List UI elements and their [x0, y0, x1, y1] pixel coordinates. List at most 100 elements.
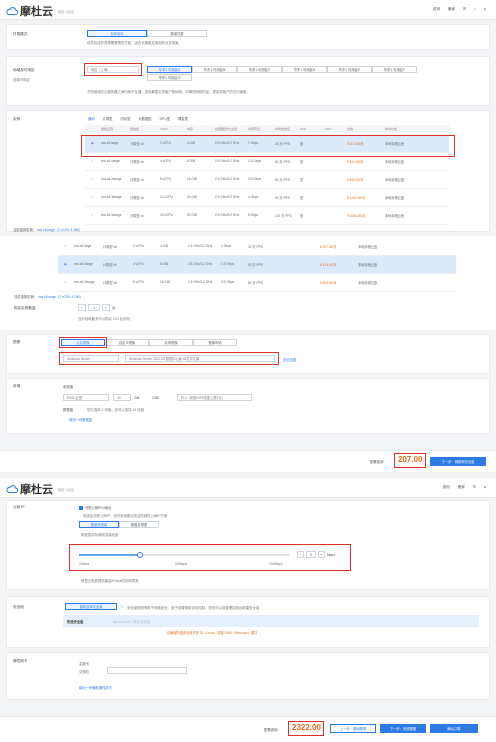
zone-b[interactable]: 华东1 可用区B	[192, 66, 237, 73]
cell-name: ecs.c6.4xlarge	[101, 213, 122, 217]
cell-pps: 30 万 PPS	[248, 245, 263, 249]
qty-label: 购买实例数量	[14, 306, 36, 310]
brand-logo-2[interactable]: 摩杜云 地区 | 北京	[6, 481, 74, 497]
table-row[interactable]: ○ ecs.c6.4xlarge 计算型 c6 16 vCPU 32 GiB 2.5 GH…	[85, 207, 449, 225]
zone-a[interactable]: 华东1 可用区A	[147, 66, 192, 73]
disk-type-select[interactable]: ESSD云盘	[63, 394, 109, 401]
bandwidth-value[interactable]: 0	[306, 551, 316, 558]
table-row[interactable]: ○ ecs.c6.3xlarge 计算型 c6 12 vCPU 24 GiB 2.5 GH…	[85, 189, 449, 207]
row-radio[interactable]: ○	[91, 159, 93, 163]
filter-general[interactable]: 通用	[85, 115, 98, 122]
filter-baremetal[interactable]: 裸金属	[175, 115, 191, 122]
brand-logo[interactable]: 摩杜云 地区 | 北京	[6, 3, 74, 19]
security-hardening-link[interactable]: 安全加固	[283, 357, 296, 362]
port-warning: 请确保所选安全组开放 22（Linux）或者 3389（Windows）端口	[167, 631, 258, 635]
selected-security-group-label: 所选安全组	[67, 620, 84, 624]
slider-mark-50: 50Mbps	[175, 562, 188, 566]
billing-option-subscription[interactable]: 包年包月	[87, 30, 147, 37]
next-system-button[interactable]: 下一步：系统配置	[380, 724, 426, 733]
zone-f[interactable]: 华东1 可用区F	[372, 66, 417, 73]
docs-icon[interactable]: ☰	[463, 7, 466, 12]
assign-ip-checkbox[interactable]: 分配公网IPv4地址	[79, 505, 111, 510]
bandwidth-slider-track[interactable]	[79, 552, 289, 558]
qty-plus-button[interactable]: +	[102, 304, 110, 311]
selected-instance: 当前选择实例： ecs.c6.large（2 vCPU 4 GiB）	[13, 227, 82, 232]
cell-cpu: 2.5 GHz/3.2 GHz	[188, 262, 213, 266]
billing-section: 付费模式 包年包月 按量付费 包年包月的资源需要预先付费，适合长期稳定使用的业务…	[6, 24, 490, 50]
cloud-icon	[6, 485, 18, 493]
bandwidth-slider-handle[interactable]	[137, 552, 143, 558]
filter-memory[interactable]: 内存型	[117, 115, 133, 122]
filter-compute[interactable]: 计算型	[100, 115, 116, 122]
qty-value[interactable]: 1	[88, 304, 100, 311]
bandwidth-stepper[interactable]: − 0 + Mbps	[297, 551, 335, 558]
cell-ref: 本地存储云盘	[385, 160, 405, 164]
docs-icon[interactable]: ☰	[473, 485, 476, 490]
bandwidth-plus-button[interactable]: +	[318, 551, 325, 558]
zone-c[interactable]: 华东1 可用区C	[237, 66, 282, 73]
bandwidth-fixed[interactable]: 按固定带宽	[119, 521, 159, 528]
selected-security-group: 所选安全组 sg-xxxxxxxx / 默认安全组	[63, 615, 479, 627]
storage-label: 存储	[13, 384, 21, 388]
table-row[interactable]: ○ ecs.c6.2xlarge 计算型 c6 8 vCPU 16 GiB 2.5 GHz…	[85, 171, 449, 189]
top-nav: 费用 备案 ☰ ♪ ●	[433, 7, 486, 12]
cell-family: 计算型 c6	[130, 178, 144, 182]
security-group-note: 安全组规则有助于网络安全，用于设置网络访问控制。您也可以到管理控制台新建安全组	[127, 606, 260, 610]
row-radio[interactable]: ○	[64, 244, 66, 248]
cell-name: ecs.c6.xlarge	[101, 159, 120, 163]
bandwidth-unit: Mbps	[327, 552, 335, 557]
add-eni-link[interactable]: 增加一块辅助弹性网卡	[79, 685, 112, 690]
image-tab-market[interactable]: 镜像市场	[193, 339, 237, 346]
instance-filter-tabs: 通用 计算型 内存型 大数据型 GPU型 裸金属	[85, 115, 191, 122]
disk-size-input[interactable]: 40	[113, 394, 131, 401]
zone-e[interactable]: 华东1 可用区E	[327, 66, 372, 73]
cell-price: ¥ 828.00/月	[320, 281, 337, 285]
table-row[interactable]: ○ ecs.c6.2xlarge 计算型 c6 8 vCPU 16 GiB 2.5 GHz…	[58, 274, 456, 292]
zone-g[interactable]: 华东1 可用区G	[147, 74, 192, 81]
row-radio[interactable]: ○	[91, 195, 93, 199]
billing-option-payg[interactable]: 按量付费	[147, 30, 207, 37]
prev-basic-button[interactable]: 上一步：基础配置	[330, 724, 376, 733]
region-indicator[interactable]: 地区 | 北京	[58, 9, 74, 14]
zone-d[interactable]: 华东1 可用区D	[282, 66, 327, 73]
qty-stepper[interactable]: − 1 + 台	[78, 304, 115, 311]
user-icon[interactable]: ●	[484, 485, 486, 490]
filter-bigdata[interactable]: 大数据型	[135, 115, 154, 122]
region-indicator-2[interactable]: 地区 | 北京	[58, 487, 74, 492]
next-network-button[interactable]: 下一步：网络和安全组	[430, 457, 486, 466]
image-tab-shared[interactable]: 共享镜像	[149, 339, 193, 346]
cell-vcpu: 12 vCPU	[160, 195, 173, 199]
zone-label: 选择可用区	[13, 78, 30, 82]
cell-cpu: 2.5 GHz/3.2 GHz	[188, 280, 213, 284]
qty-minus-button[interactable]: −	[78, 304, 86, 311]
add-data-disk-link[interactable]: 增加一块数据盘	[69, 417, 92, 422]
top-bar: 摩杜云 地区 | 北京 费用 备案 ☰ ♪ ●	[0, 0, 496, 20]
bandwidth-minus-button[interactable]: −	[297, 551, 304, 558]
cell-bw: 1.5 Gbps	[221, 262, 234, 266]
cell-name: ecs.c6.2xlarge	[101, 177, 122, 181]
bell-icon[interactable]: ♪	[474, 7, 476, 12]
perf-level-select[interactable]: PL0（单盘IOPS性能上限1万）	[177, 394, 252, 401]
cell-bw: 5 Gbps	[248, 213, 259, 217]
row-radio[interactable]: ○	[91, 177, 93, 181]
cell-price: ¥ 1656.00/月	[347, 214, 366, 218]
table-row[interactable]: ◉ ecs.c6.xlarge 计算型 c6 4 vCPU 8 GiB 2.5 GHz/3…	[58, 256, 456, 274]
user-icon[interactable]: ●	[484, 7, 486, 12]
row-radio[interactable]: ◉	[64, 262, 67, 266]
nav-filing[interactable]: 备案	[448, 7, 455, 12]
bandwidth-by-traffic[interactable]: 按使用流量	[79, 521, 119, 528]
cell-name: ecs.c6.large	[74, 244, 92, 248]
security-group-help-icon[interactable]: ?	[121, 605, 123, 609]
nav-fees-2[interactable]: 费用	[443, 485, 450, 490]
row-radio[interactable]: ○	[64, 280, 66, 284]
table-row[interactable]: ○ ecs.c6.large 计算型 c6 2 vCPU 4 GiB 2.5 GHz/3.…	[58, 238, 456, 256]
cell-family: 计算型 c6	[103, 281, 117, 285]
nav-fees[interactable]: 费用	[433, 7, 440, 12]
nav-filing-2[interactable]: 备案	[458, 485, 465, 490]
reselect-security-group-button[interactable]: 重新选择安全组	[65, 603, 117, 610]
filter-gpu[interactable]: GPU型	[157, 115, 173, 122]
confirm-order-button[interactable]: 确认订单	[430, 724, 478, 733]
vswitch-select[interactable]	[107, 667, 187, 674]
row-radio[interactable]: ○	[91, 213, 93, 217]
image-tab-custom[interactable]: 自定义镜像	[105, 339, 149, 346]
